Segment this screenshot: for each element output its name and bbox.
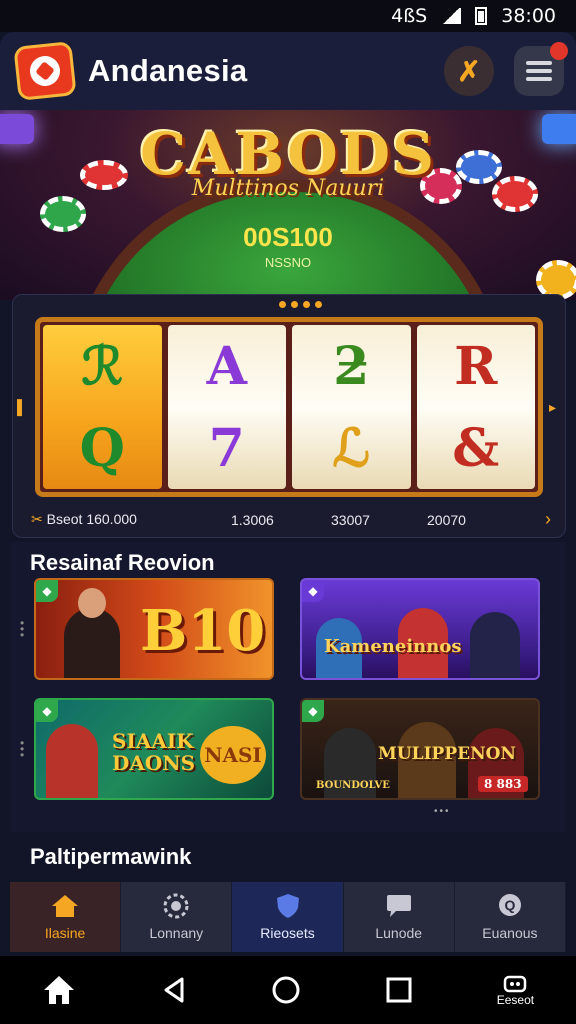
reel-symbol: A: [206, 335, 247, 397]
slot-reels: ℛ Q A 7 ƻ ℒ R &: [35, 317, 543, 497]
game-badge: ◆: [302, 700, 324, 722]
battery-icon: [475, 7, 488, 25]
game-badge: ◆: [36, 580, 58, 602]
reel: ƻ ℒ: [292, 325, 411, 489]
game-card[interactable]: ◆ B10: [34, 578, 274, 680]
robot-icon: [504, 975, 527, 993]
bottom-nav: Ilasine Lonnany Rieosets Lunode Q Euanou…: [10, 882, 567, 952]
game-title: B10: [140, 598, 266, 664]
games-section: Resainaf Reovion • • • • • • ◆ B10 ◆ Kamenei…: [10, 542, 566, 832]
home-icon: [52, 895, 79, 917]
section-title: Paltipermawink: [30, 844, 192, 869]
game-coin: NASI: [200, 726, 266, 784]
app-title: Andanesia: [88, 53, 248, 88]
stat-value: 1.3006: [231, 511, 274, 528]
status-bar: 4ßS 38:00: [0, 0, 576, 32]
nav-label: Rieosets: [260, 925, 315, 941]
reel-symbol: Q: [79, 417, 125, 479]
logo-icon[interactable]: [13, 41, 77, 101]
shield-icon: [276, 894, 299, 918]
game-title: Kameneinnos: [324, 636, 462, 657]
signal-icon: [441, 8, 462, 24]
recents-button[interactable]: [385, 976, 413, 1004]
svg-text:Q: Q: [504, 897, 515, 913]
game-subtitle: BOUNDOLVE: [316, 780, 390, 791]
app-header: Andanesia ✗: [0, 32, 576, 110]
section-title: Resainaf Reovion: [30, 550, 215, 575]
help-icon: Q: [498, 894, 521, 916]
game-badge: ◆: [36, 700, 58, 722]
slot-stats: ✂ Bseot 160.000 1.3006 33007 20070 ›: [31, 509, 551, 530]
chat-icon: [386, 895, 411, 917]
carousel-dots: [279, 301, 322, 308]
game-card[interactable]: ◆ Kameneinnos: [300, 578, 540, 680]
reel: ℛ Q: [43, 325, 162, 489]
game-card[interactable]: ◆ MULIPPENON BOUNDOLVE 8 883: [300, 698, 540, 800]
home-button[interactable]: [271, 975, 301, 1005]
character-image: [64, 608, 120, 678]
reel-symbol: R: [454, 335, 498, 397]
reel-symbol: ℛ: [81, 335, 124, 397]
menu-button[interactable]: [514, 42, 568, 96]
game-badge: ◆: [302, 580, 324, 602]
stat-value: 33007: [331, 511, 370, 528]
nav-item-home[interactable]: Ilasine: [10, 882, 122, 952]
back-icon: [164, 977, 184, 1003]
reel-symbol: ℒ: [332, 417, 370, 479]
nav-label: Lunode: [375, 925, 423, 941]
system-home-button[interactable]: [42, 974, 76, 1006]
square-icon: [386, 977, 412, 1003]
notification-badge: [550, 42, 568, 60]
nav-label: Lonnany: [149, 925, 204, 941]
jackpot-amount: 00S100: [243, 222, 333, 252]
menu-icon: [526, 61, 552, 81]
game-title: SIAAIK DAONS: [112, 729, 196, 775]
bet-icon: ✂: [31, 511, 43, 527]
game-card[interactable]: ◆ SIAAIK DAONS NASI: [34, 698, 274, 800]
game-title: MULIPPENON: [378, 744, 516, 764]
house-icon: [43, 976, 74, 1004]
nav-label: Ilasine: [44, 925, 86, 941]
slot-machine-panel[interactable]: ▌ ▸ ℛ Q A 7 ƻ ℒ R & ✂ Bseot 160.000 1.30…: [12, 294, 566, 538]
slot-left-handle[interactable]: ▌: [17, 399, 27, 415]
carousel-dots: •••: [434, 806, 451, 817]
game-tag: 8 883: [478, 776, 528, 792]
stat-value: 20070: [427, 511, 466, 528]
nav-item-lunode[interactable]: Lunode: [344, 882, 455, 952]
hero-banner[interactable]: CABODS Multtinos Nauuri 00S100 NSSNO: [0, 110, 576, 300]
nav-item-rieosets[interactable]: Rieosets: [232, 882, 344, 952]
reel-symbol: &: [452, 417, 500, 479]
bet-stat: ✂ Bseot 160.000: [31, 511, 137, 527]
jackpot-label: NSSNO: [264, 255, 312, 270]
system-nav-bar: Eeseot: [0, 956, 576, 1024]
chevron-right-icon[interactable]: ›: [545, 509, 551, 530]
back-button[interactable]: [160, 976, 188, 1004]
extra-label: Eeseot: [496, 993, 535, 1007]
nav-label: Euanous: [482, 925, 538, 941]
hero-subtitle: Multtinos Nauuri: [191, 176, 385, 201]
drag-handle-icon[interactable]: • • •: [20, 617, 24, 641]
tool-button[interactable]: ✗: [444, 46, 494, 96]
reel: A 7: [167, 325, 286, 489]
nav-item-euanous[interactable]: Q Euanous: [455, 882, 567, 952]
network-indicator: 4ßS: [391, 5, 428, 27]
extra-button[interactable]: Eeseot: [497, 973, 534, 1007]
clock: 38:00: [501, 5, 556, 27]
tool-icon: ✗: [457, 55, 481, 87]
reel: R &: [416, 325, 535, 489]
drag-handle-icon[interactable]: • • •: [20, 737, 24, 761]
nav-item-lonnany[interactable]: Lonnany: [121, 882, 233, 952]
slot-right-arrow[interactable]: ▸: [549, 399, 556, 416]
circle-home-icon: [272, 976, 300, 1004]
reel-symbol: 7: [208, 417, 245, 479]
reel-symbol: ƻ: [333, 335, 370, 397]
chip-icon: [163, 893, 189, 919]
